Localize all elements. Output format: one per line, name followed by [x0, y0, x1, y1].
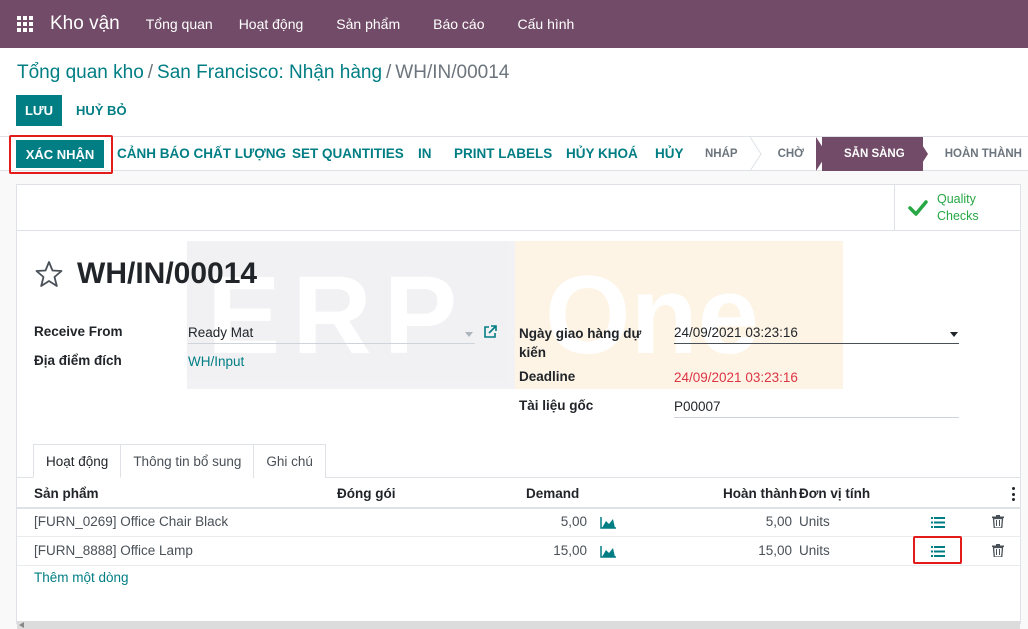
menu-overview[interactable]: Tổng quan [134, 0, 226, 48]
stage-waiting[interactable]: CHỜ [756, 137, 827, 171]
apps-menu-icon[interactable] [0, 0, 50, 48]
stage-waiting-label: CHỜ [777, 148, 804, 160]
col-demand[interactable]: Demand [526, 486, 579, 501]
source-document-label: Tài liệu gốc [519, 398, 594, 413]
row1-divider [17, 536, 1020, 537]
col-product[interactable]: Sản phẩm [34, 486, 99, 501]
print-labels-button[interactable]: PRINT LABELS [454, 137, 552, 171]
app-brand[interactable]: Kho vận [50, 13, 120, 35]
receive-from-dropdown-icon[interactable] [465, 332, 473, 337]
col-done[interactable]: Hoàn thành [723, 486, 797, 501]
col-package[interactable]: Đóng gói [337, 486, 395, 501]
tab-notes[interactable]: Ghi chú [253, 444, 326, 478]
quality-alert-button[interactable]: CẢNH BÁO CHẤT LƯỢNG [117, 137, 286, 171]
source-document-underline [674, 417, 959, 418]
menu-reporting[interactable]: Báo cáo [413, 0, 497, 48]
row1-done[interactable]: 5,00 [717, 514, 792, 529]
stage-draft[interactable]: NHÁP [683, 137, 762, 171]
col-uom[interactable]: Đơn vị tính [799, 486, 870, 501]
scheduled-date-underline [674, 343, 959, 344]
statusbar: XÁC NHẬN CẢNH BÁO CHẤT LƯỢNG SET QUANTIT… [0, 135, 1028, 174]
breadcrumb: Tổng quan kho / San Francisco: Nhận hàng / W… [17, 62, 510, 83]
form-sheet: Quality Checks ERP One WH/IN/00014 Recei… [16, 184, 1021, 624]
horizontal-scrollbar[interactable] [17, 621, 1020, 629]
row2-demand[interactable]: 15,00 [517, 543, 587, 558]
row2-uom[interactable]: Units [799, 543, 830, 558]
top-navbar: Kho vận Tổng quan Hoạt động Sản phẩm Báo… [0, 0, 1028, 48]
forecast-chart-icon[interactable] [600, 546, 616, 558]
quality-label-line2: Checks [937, 208, 979, 223]
add-line-link[interactable]: Thêm một dòng [34, 570, 129, 585]
scheduled-date-dropdown-icon[interactable] [950, 332, 958, 337]
discard-button[interactable]: HUỶ BỎ [66, 95, 137, 126]
deadline-label: Deadline [519, 369, 576, 384]
stage-ready[interactable]: SẴN SÀNG [821, 137, 928, 171]
watermark: ERP One [187, 241, 843, 389]
quality-checks-label: Quality Checks [937, 191, 979, 225]
menu-configuration[interactable]: Cấu hình [498, 0, 588, 48]
scheduled-date-label: Ngày giao hàng dự kiến [519, 324, 641, 362]
row2-divider [17, 565, 1020, 566]
check-icon [908, 199, 928, 216]
stage-ready-label: SẴN SÀNG [843, 148, 905, 160]
receive-from-label: Receive From [34, 324, 123, 339]
title-row: WH/IN/00014 [35, 257, 257, 291]
star-icon[interactable] [35, 260, 63, 288]
row1-demand[interactable]: 5,00 [517, 514, 587, 529]
control-panel: Tổng quan kho / San Francisco: Nhận hàng / W… [0, 48, 1028, 137]
status-stages: NHÁP CHỜ SẴN SÀNG HOÀN THÀNH [683, 137, 1028, 171]
deadline-value: 24/09/2021 03:23:16 [674, 370, 798, 385]
row2-done[interactable]: 15,00 [717, 543, 792, 558]
destination-link[interactable]: WH/Input [188, 354, 244, 369]
stage-done-label: HOÀN THÀNH [944, 148, 1022, 160]
receive-from-underline [188, 343, 475, 344]
scheduled-label-line1: Ngày giao hàng dự [519, 326, 642, 341]
destination-label: Địa điểm đích [34, 353, 122, 368]
breadcrumb-receipts[interactable]: San Francisco: Nhận hàng [157, 62, 382, 83]
receive-from-input[interactable]: Ready Mat [188, 325, 253, 340]
notebook-tabs: Hoạt động Thông tin bổ sung Ghi chú [33, 444, 326, 478]
row1-uom[interactable]: Units [799, 514, 830, 529]
row2-product[interactable]: [FURN_8888] Office Lamp [34, 543, 193, 558]
detailed-operations-icon[interactable] [931, 517, 945, 528]
optional-columns-icon[interactable] [1012, 487, 1016, 501]
breadcrumb-inventory-overview[interactable]: Tổng quan kho [17, 62, 144, 83]
external-link-icon[interactable] [483, 325, 497, 339]
menu-products[interactable]: Sản phẩm [316, 0, 413, 48]
watermark-right: One [515, 241, 843, 389]
scheduled-label-line2: kiến [519, 345, 547, 360]
stage-draft-label: NHÁP [704, 148, 738, 160]
detailed-operations-icon[interactable] [931, 546, 945, 557]
tab-operations[interactable]: Hoạt động [33, 444, 122, 478]
menu-operations[interactable]: Hoạt động [226, 0, 317, 48]
stage-done[interactable]: HOÀN THÀNH [923, 137, 1028, 171]
tab-additional-info[interactable]: Thông tin bổ sung [120, 444, 255, 478]
record-title: WH/IN/00014 [77, 257, 258, 290]
forecast-chart-icon[interactable] [600, 517, 616, 529]
print-button[interactable]: IN [418, 137, 432, 171]
table-header-line [17, 507, 1020, 509]
confirm-button[interactable]: XÁC NHẬN [16, 140, 104, 168]
trash-icon[interactable] [992, 515, 1004, 528]
quality-checks-button[interactable]: Quality Checks [894, 185, 1020, 230]
cancel-button[interactable]: HỦY [655, 137, 684, 171]
scheduled-date-input[interactable]: 24/09/2021 03:23:16 [674, 325, 798, 340]
source-document-input[interactable]: P00007 [674, 399, 721, 414]
unlock-button[interactable]: HỦY KHOÁ [566, 137, 638, 171]
trash-icon[interactable] [992, 544, 1004, 557]
save-button[interactable]: LƯU [16, 95, 62, 126]
smart-button-box: Quality Checks [17, 185, 1020, 231]
quality-label-line1: Quality [937, 191, 976, 206]
set-quantities-button[interactable]: SET QUANTITIES [292, 137, 404, 171]
row1-product[interactable]: [FURN_0269] Office Chair Black [34, 514, 228, 529]
breadcrumb-current: WH/IN/00014 [395, 62, 510, 83]
